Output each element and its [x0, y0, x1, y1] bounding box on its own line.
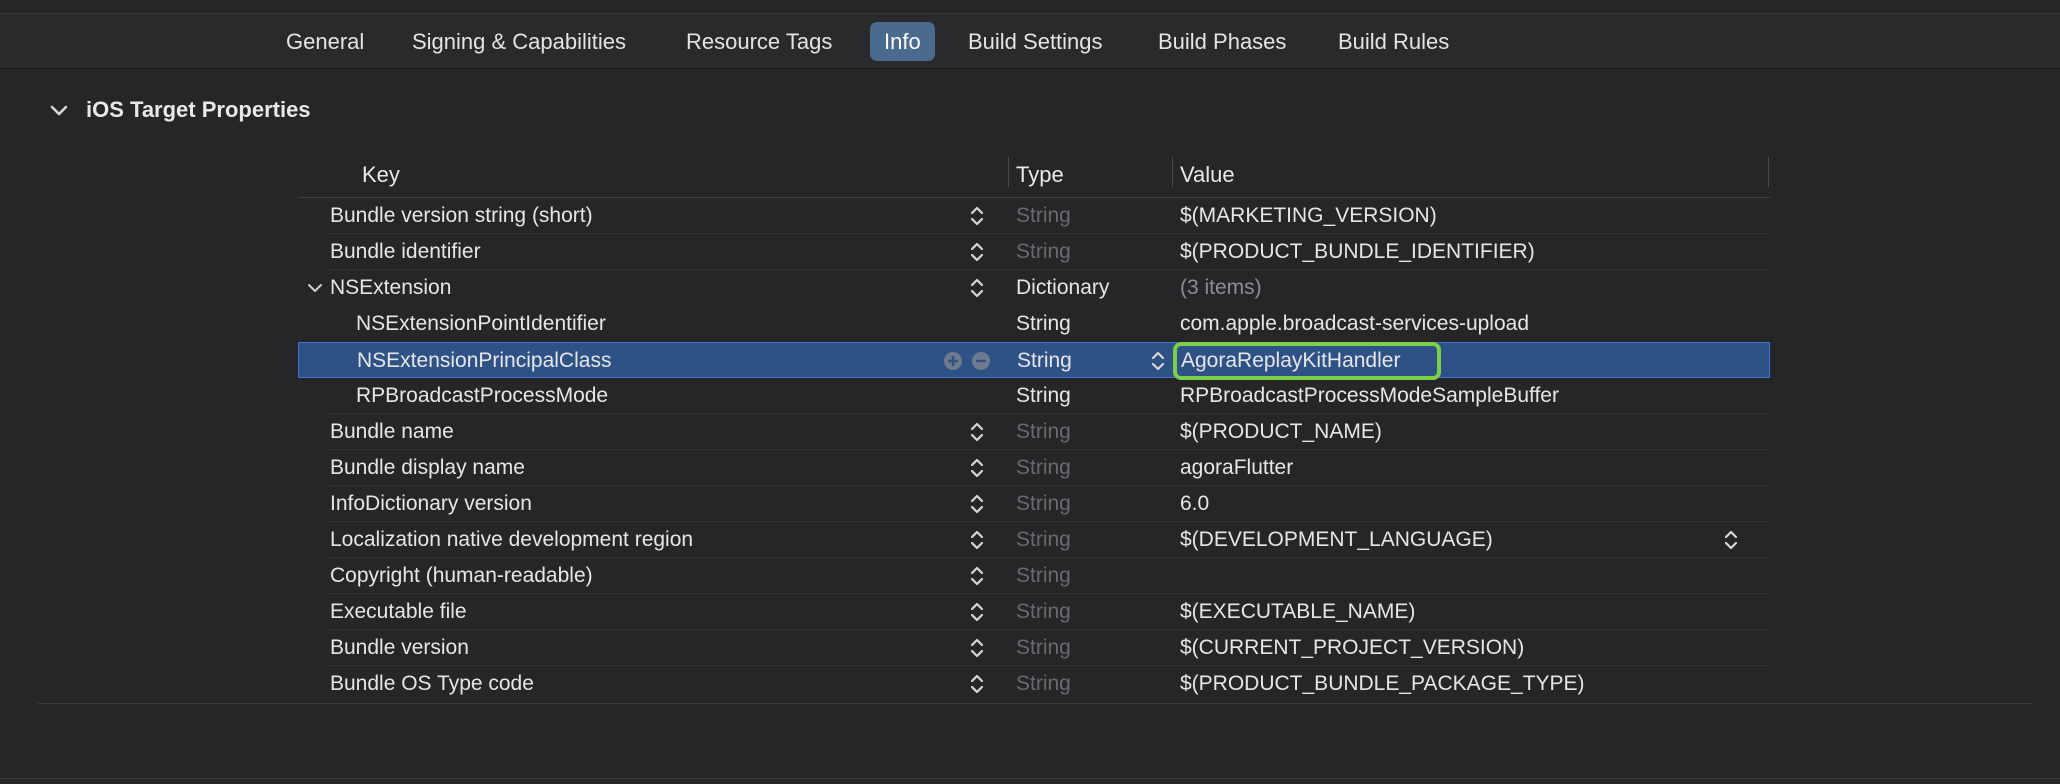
section-divider: [38, 703, 2032, 704]
row-key: Localization native development region: [330, 528, 694, 551]
updown-stepper-icon[interactable]: [968, 205, 986, 227]
row-key: Bundle version: [330, 636, 469, 659]
table-row[interactable]: Executable file String $(EXECUTABLE_NAME): [298, 594, 1770, 630]
bottom-divider: [0, 778, 2060, 779]
row-value[interactable]: agoraFlutter: [1180, 450, 1293, 486]
tab-signing-capabilities[interactable]: Signing & Capabilities: [398, 22, 640, 61]
add-item-icon[interactable]: [943, 351, 963, 371]
updown-stepper-icon[interactable]: [968, 421, 986, 443]
section-header[interactable]: iOS Target Properties: [48, 92, 311, 128]
row-value[interactable]: com.apple.broadcast-services-upload: [1180, 306, 1529, 342]
row-type[interactable]: String: [1016, 198, 1071, 234]
table-row[interactable]: Bundle version string (short) String $(MAR…: [298, 198, 1770, 234]
row-key: Executable file: [330, 600, 467, 623]
tab-build-settings[interactable]: Build Settings: [954, 22, 1117, 61]
row-value[interactable]: 6.0: [1180, 486, 1209, 522]
updown-stepper-icon[interactable]: [968, 565, 986, 587]
row-value[interactable]: $(CURRENT_PROJECT_VERSION): [1180, 630, 1524, 666]
updown-stepper-icon[interactable]: [968, 601, 986, 623]
row-type[interactable]: String: [1016, 378, 1071, 414]
row-type[interactable]: String: [1016, 630, 1071, 666]
row-key: NSExtensionPrincipalClass: [357, 349, 612, 372]
column-header-type[interactable]: Type: [1016, 152, 1064, 198]
row-key: NSExtension: [330, 276, 452, 299]
section-title: iOS Target Properties: [86, 97, 311, 122]
row-type[interactable]: String: [1016, 306, 1071, 342]
table-row[interactable]: NSExtensionPointIdentifier String com.appl…: [298, 306, 1770, 342]
table-row[interactable]: Bundle identifier String $(PRODUCT_BUNDLE_…: [298, 234, 1770, 270]
row-type[interactable]: String: [1016, 450, 1071, 486]
info-plist-table: Key Type Value Bundle version string (sh…: [298, 152, 1770, 702]
row-value[interactable]: $(EXECUTABLE_NAME): [1180, 594, 1415, 630]
row-value[interactable]: $(PRODUCT_NAME): [1180, 414, 1382, 450]
tab-build-rules[interactable]: Build Rules: [1324, 22, 1463, 61]
row-type[interactable]: String: [1016, 234, 1071, 270]
table-row[interactable]: InfoDictionary version String 6.0: [298, 486, 1770, 522]
tab-general[interactable]: General: [272, 22, 378, 61]
row-type[interactable]: String: [1016, 666, 1071, 702]
tab-build-phases[interactable]: Build Phases: [1144, 22, 1300, 61]
row-key: Copyright (human-readable): [330, 564, 593, 587]
row-value[interactable]: $(PRODUCT_BUNDLE_PACKAGE_TYPE): [1180, 666, 1585, 702]
table-row[interactable]: Localization native development region St…: [298, 522, 1770, 558]
updown-stepper-icon[interactable]: [968, 241, 986, 263]
row-key: InfoDictionary version: [330, 492, 532, 515]
row-type[interactable]: String: [1016, 522, 1071, 558]
row-type[interactable]: String: [1016, 558, 1071, 594]
updown-stepper-icon[interactable]: [968, 637, 986, 659]
updown-stepper-icon[interactable]: [968, 457, 986, 479]
table-row[interactable]: Bundle display name String agoraFlutter: [298, 450, 1770, 486]
row-key: Bundle display name: [330, 456, 525, 479]
disclosure-chevron-down-icon[interactable]: [306, 278, 324, 298]
remove-item-icon[interactable]: [971, 351, 991, 371]
tab-resource-tags[interactable]: Resource Tags: [672, 22, 846, 61]
row-key: RPBroadcastProcessMode: [356, 384, 609, 407]
table-header: Key Type Value: [298, 152, 1770, 198]
column-header-value[interactable]: Value: [1180, 152, 1235, 198]
column-header-key[interactable]: Key: [362, 152, 400, 198]
table-row[interactable]: NSExtension Dictionary (3 items): [298, 270, 1770, 306]
column-divider[interactable]: [1172, 157, 1173, 187]
editor-tab-bar: General Signing & Capabilities Resource …: [0, 14, 2060, 69]
row-key: Bundle version string (short): [330, 204, 593, 227]
updown-stepper-icon[interactable]: [968, 529, 986, 551]
column-divider[interactable]: [1768, 157, 1769, 187]
updown-stepper-icon[interactable]: [968, 673, 986, 695]
row-type[interactable]: String: [1017, 343, 1072, 379]
row-value[interactable]: $(MARKETING_VERSION): [1180, 198, 1437, 234]
updown-stepper-icon[interactable]: [968, 493, 986, 515]
row-type[interactable]: String: [1016, 594, 1071, 630]
tab-info[interactable]: Info: [870, 22, 935, 61]
row-value[interactable]: (3 items): [1180, 270, 1262, 306]
updown-stepper-icon[interactable]: [968, 277, 986, 299]
row-value[interactable]: $(PRODUCT_BUNDLE_IDENTIFIER): [1180, 234, 1535, 270]
table-row[interactable]: Copyright (human-readable) String: [298, 558, 1770, 594]
row-key: NSExtensionPointIdentifier: [356, 312, 606, 335]
row-value[interactable]: AgoraReplayKitHandler: [1181, 343, 1400, 379]
chevron-down-icon[interactable]: [48, 99, 70, 121]
table-row[interactable]: NSExtensionPrincipalClass String AgoraRepl…: [298, 342, 1770, 380]
row-type[interactable]: String: [1016, 486, 1071, 522]
table-row[interactable]: Bundle OS Type code String $(PRODUCT_BUNDL…: [298, 666, 1770, 702]
table-row[interactable]: RPBroadcastProcessMode String RPBroadcastP…: [298, 378, 1770, 414]
table-body: Bundle version string (short) String $(MAR…: [298, 198, 1770, 702]
row-key: Bundle name: [330, 420, 454, 443]
column-divider[interactable]: [1008, 157, 1009, 187]
row-key: Bundle OS Type code: [330, 672, 534, 695]
table-row[interactable]: Bundle name String $(PRODUCT_NAME): [298, 414, 1770, 450]
row-type[interactable]: Dictionary: [1016, 270, 1109, 306]
row-value[interactable]: $(DEVELOPMENT_LANGUAGE): [1180, 522, 1493, 558]
table-row[interactable]: Bundle version String $(CURRENT_PROJECT_VE…: [298, 630, 1770, 666]
row-key: Bundle identifier: [330, 240, 481, 263]
row-type[interactable]: String: [1016, 414, 1071, 450]
updown-stepper-icon[interactable]: [1149, 350, 1167, 372]
updown-stepper-icon[interactable]: [1722, 529, 1740, 551]
row-value[interactable]: RPBroadcastProcessModeSampleBuffer: [1180, 378, 1559, 414]
